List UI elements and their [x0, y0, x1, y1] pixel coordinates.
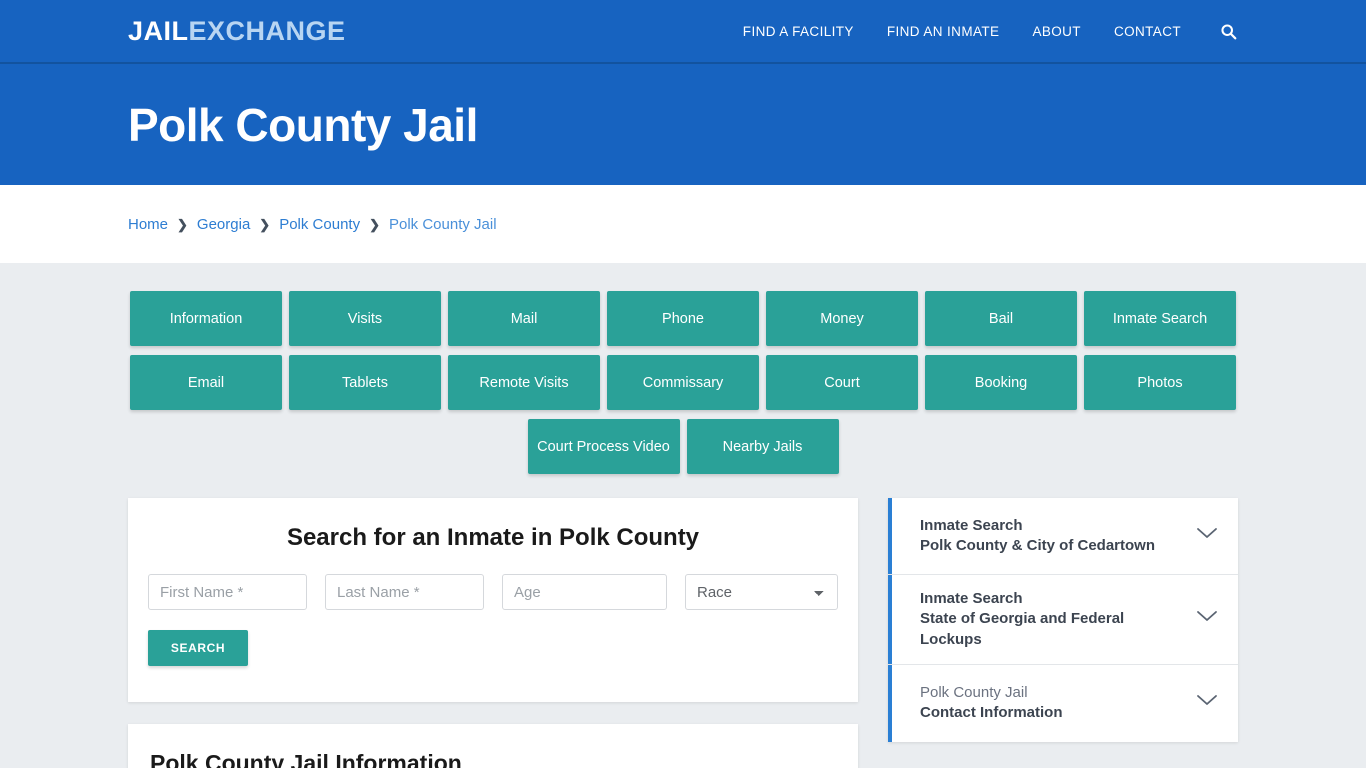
chevron-down-icon[interactable] [1196, 694, 1218, 712]
facility-section-buttons: Information Visits Mail Phone Money Bail… [128, 291, 1238, 474]
nav-item-find-an-inmate[interactable]: FIND AN INMATE [887, 24, 1000, 39]
section-button-tablets[interactable]: Tablets [289, 355, 441, 410]
section-button-commissary[interactable]: Commissary [607, 355, 759, 410]
section-button-bail[interactable]: Bail [925, 291, 1077, 346]
jail-information-title: Polk County Jail Information [150, 750, 462, 768]
logo-text-exchange: EXCHANGE [188, 15, 346, 46]
breadcrumb-item-home[interactable]: Home [128, 216, 168, 233]
age-input[interactable] [502, 574, 667, 610]
main-columns: Search for an Inmate in Polk County Race… [128, 498, 1238, 768]
accordion-item-contact-information[interactable]: Polk County Jail Contact Information [888, 664, 1238, 742]
first-name-input[interactable] [148, 574, 307, 610]
inmate-search-title: Search for an Inmate in Polk County [286, 524, 700, 551]
accordion-line-1: Inmate Search [920, 516, 1023, 534]
nav-item-find-a-facility[interactable]: FIND A FACILITY [743, 24, 854, 39]
page-title: Polk County Jail [128, 98, 478, 151]
main-column: Search for an Inmate in Polk County Race… [128, 498, 858, 768]
chevron-right-icon: ❯ [177, 216, 188, 232]
page-body: Information Visits Mail Phone Money Bail… [0, 263, 1366, 768]
chevron-right-icon: ❯ [259, 216, 271, 232]
logo-text-jail: JAIL [128, 15, 189, 46]
chevron-down-icon[interactable] [1196, 527, 1218, 545]
section-button-photos[interactable]: Photos [1084, 355, 1236, 410]
accordion-item-text: Inmate Search Polk County & City of Ceda… [920, 516, 1155, 557]
breadcrumb-item-georgia[interactable]: Georgia [197, 216, 250, 233]
nav-item-about[interactable]: ABOUT [1032, 24, 1081, 39]
inmate-search-form: Race [148, 574, 838, 610]
nav-item-contact[interactable]: CONTACT [1114, 24, 1181, 39]
section-button-visits[interactable]: Visits [289, 291, 441, 346]
section-button-money[interactable]: Money [766, 291, 918, 346]
accordion-line-2: State of Georgia and Federal Lockups [920, 610, 1125, 648]
sidebar-accordion: Inmate Search Polk County & City of Ceda… [888, 498, 1238, 742]
primary-nav-links: FIND A FACILITY FIND AN INMATE ABOUT CON… [743, 21, 1238, 41]
section-button-email[interactable]: Email [130, 355, 282, 410]
accordion-item-inmate-search-county[interactable]: Inmate Search Polk County & City of Ceda… [888, 498, 1238, 575]
race-select[interactable]: Race [685, 574, 838, 610]
section-button-booking[interactable]: Booking [925, 355, 1077, 410]
section-button-court-process-video[interactable]: Court Process Video [527, 419, 680, 474]
last-name-input[interactable] [325, 574, 484, 610]
breadcrumb-item-polk-county[interactable]: Polk County [279, 216, 360, 233]
accordion-item-text: Inmate Search State of Georgia and Feder… [920, 589, 1186, 650]
section-button-phone[interactable]: Phone [607, 291, 759, 346]
jail-information-card: Polk County Jail Information [128, 724, 858, 768]
accordion-line-2: Contact Information [920, 704, 1063, 722]
top-navigation-bar: JAILEXCHANGE FIND A FACILITY FIND AN INM… [0, 0, 1366, 64]
content-container: Information Visits Mail Phone Money Bail… [128, 291, 1238, 768]
accordion-line-1: Inmate Search [920, 590, 1023, 607]
sidebar-column: Inmate Search Polk County & City of Ceda… [888, 498, 1238, 742]
accordion-item-inmate-search-state[interactable]: Inmate Search State of Georgia and Feder… [888, 575, 1238, 665]
chevron-down-icon[interactable] [1196, 610, 1218, 628]
search-icon[interactable] [1218, 21, 1238, 41]
section-button-mail[interactable]: Mail [448, 291, 600, 346]
breadcrumb-bar: Home ❯ Georgia ❯ Polk County ❯ Polk Coun… [0, 185, 1366, 263]
site-logo[interactable]: JAILEXCHANGE [128, 15, 346, 46]
section-button-inmate-search[interactable]: Inmate Search [1084, 291, 1236, 346]
inmate-search-card: Search for an Inmate in Polk County Race… [128, 498, 858, 702]
section-buttons-row-3: Court Process Video Nearby Jails [128, 419, 1238, 474]
accordion-item-text: Polk County Jail Contact Information [920, 683, 1063, 724]
breadcrumb-item-polk-county-jail[interactable]: Polk County Jail [389, 216, 497, 233]
section-button-remote-visits[interactable]: Remote Visits [448, 355, 600, 410]
accordion-line-1: Polk County Jail [920, 684, 1028, 701]
section-button-information[interactable]: Information [130, 291, 282, 346]
search-button[interactable]: SEARCH [148, 630, 248, 666]
section-button-nearby-jails[interactable]: Nearby Jails [686, 419, 839, 474]
accordion-line-2: Polk County & City of Cedartown [920, 537, 1156, 554]
breadcrumb: Home ❯ Georgia ❯ Polk County ❯ Polk Coun… [128, 216, 497, 233]
hero-banner: Polk County Jail [0, 64, 1366, 185]
chevron-right-icon: ❯ [369, 216, 380, 232]
section-button-court[interactable]: Court [766, 355, 918, 410]
